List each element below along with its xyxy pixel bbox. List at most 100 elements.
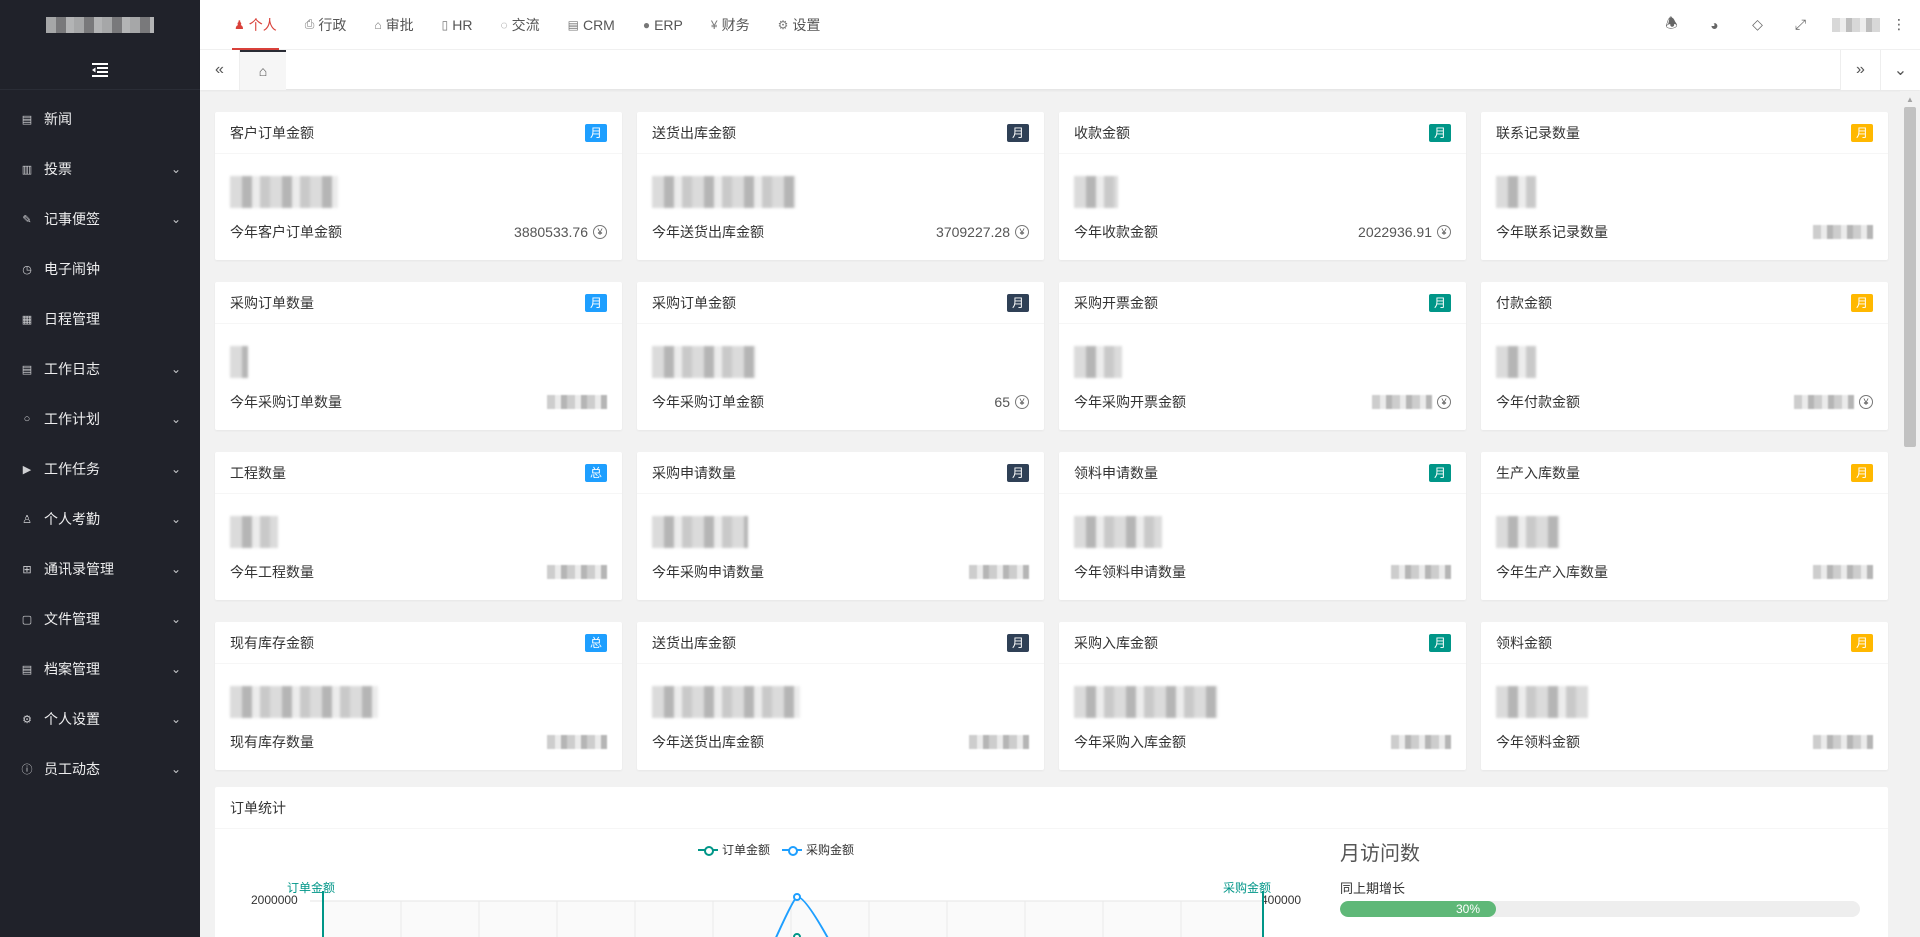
- topnav-tab-yen[interactable]: ¥ 财务: [697, 0, 764, 50]
- blurred-value: [547, 565, 607, 579]
- period-badge: 月: [1006, 123, 1029, 142]
- sidebar-item-user[interactable]: ♙ 个人考勤 ⌄: [0, 494, 200, 544]
- sidebar-item-label: 电子闹钟: [44, 261, 100, 277]
- sidebar-item-log[interactable]: ▤ 工作日志 ⌄: [0, 344, 200, 394]
- topnav-tab-chat[interactable]: ◌ 交流: [486, 0, 553, 50]
- period-badge: 总: [584, 633, 607, 652]
- stat-card-main-value: [1074, 514, 1162, 550]
- sidebar-item-clock[interactable]: ◷ 电子闹钟: [0, 244, 200, 294]
- blurred-value: [1496, 346, 1536, 378]
- stat-card-main-value: [1496, 344, 1536, 380]
- hr-icon: ▯: [441, 17, 449, 32]
- blurred-value: [1496, 176, 1536, 208]
- sidebar-item-newspaper[interactable]: ▤ 新闻: [0, 94, 200, 144]
- stat-card-title: 采购开票金额: [1074, 294, 1158, 311]
- chevron-down-icon: ⌄: [170, 512, 182, 526]
- stat-card-title: 生产入库数量: [1496, 464, 1580, 481]
- topnav-tab-label: HR: [452, 16, 473, 33]
- scroll-up-arrow-icon[interactable]: ▲: [1900, 91, 1920, 108]
- stat-card-year-value: ¥: [1794, 395, 1873, 409]
- stat-card-header: 送货出库金额 月: [637, 622, 1044, 664]
- stat-card: 送货出库金额 月今年送货出库金额 3709227.28 ¥: [637, 112, 1044, 260]
- stat-value-text: 2022936.91: [1358, 224, 1432, 240]
- blurred-value: [230, 346, 248, 378]
- fullscreen-icon[interactable]: ⤢: [1779, 16, 1822, 33]
- user-name[interactable]: [1832, 17, 1880, 32]
- period-badge: 月: [584, 293, 607, 312]
- sidebar-item-gear[interactable]: ⚙ 个人设置 ⌄: [0, 694, 200, 744]
- sidebar-item-note[interactable]: ✎ 记事便签 ⌄: [0, 194, 200, 244]
- stat-card-title: 采购订单金额: [652, 294, 736, 311]
- bell-icon[interactable]: 🕭: [1650, 13, 1693, 37]
- topnav-tab-approval[interactable]: ⌂ 审批: [360, 0, 427, 50]
- monthly-visits: 月访问数 同上期增长 30%: [1340, 837, 1860, 917]
- tab-home[interactable]: ⌂: [240, 50, 286, 90]
- sidebar-item-label: 新闻: [44, 111, 72, 127]
- stat-card-footer-label: 今年联系记录数量: [1496, 224, 1608, 240]
- top-header: ♟ 个人 ⎙ 行政 ⌂ 审批 ▯ HR ◌ 交流 ▤ CRM ● ERP ¥ 财务 ⚙ 设置 🕭 ◕ ◇ ⤢ ⋮: [200, 0, 1920, 50]
- sidebar-item-label: 日程管理: [44, 311, 100, 327]
- topnav-tab-label: 审批: [385, 16, 414, 33]
- topnav-tab-gear[interactable]: ⚙ 设置: [764, 0, 835, 50]
- sidebar-item-file[interactable]: ▢ 文件管理 ⌄: [0, 594, 200, 644]
- stat-card-header: 付款金额 月: [1481, 282, 1888, 324]
- stat-card-footer: 今年送货出库金额: [652, 732, 1029, 752]
- yen-icon: ¥: [1859, 395, 1873, 409]
- stat-card-footer: 今年采购申请数量: [652, 562, 1029, 582]
- sidebar-item-calendar[interactable]: ▦ 日程管理: [0, 294, 200, 344]
- topnav-tab-hr[interactable]: ▯ HR: [428, 0, 487, 50]
- stat-card-title: 工程数量: [230, 464, 286, 481]
- sidebar-item-task[interactable]: ▶ 工作任务 ⌄: [0, 444, 200, 494]
- more-options-icon[interactable]: ⋮: [1892, 16, 1906, 33]
- topnav-tab-label: 行政: [318, 16, 347, 33]
- sidebar-item-contacts[interactable]: ⊞ 通讯录管理 ⌄: [0, 544, 200, 594]
- topnav-tab-person[interactable]: ♟ 个人: [220, 0, 291, 50]
- period-badge: 月: [1006, 463, 1029, 482]
- stat-card-main-value: [1496, 684, 1588, 720]
- page-scrollbar[interactable]: ▲: [1900, 91, 1920, 937]
- info-icon: ⓘ: [21, 764, 33, 776]
- topnav-tab-printer[interactable]: ⎙ 行政: [291, 0, 361, 50]
- stat-card-header: 采购订单金额 月: [637, 282, 1044, 324]
- sidebar-item-info[interactable]: ⓘ 员工动态 ⌄: [0, 744, 200, 794]
- stat-card: 采购申请数量 月今年采购申请数量: [637, 452, 1044, 600]
- stat-card-title: 送货出库金额: [652, 124, 736, 141]
- sidebar-item-archive[interactable]: ▤ 档案管理 ⌄: [0, 644, 200, 694]
- tab-scroll-left-button[interactable]: «: [200, 50, 240, 90]
- visits-progress-bar: 30%: [1340, 901, 1860, 917]
- blurred-value: [1794, 395, 1854, 409]
- sidebar-item-label: 档案管理: [44, 661, 100, 677]
- order-chart: 订单金额 采购金额 订单金额 采购金额 2000000 400000: [215, 829, 1301, 937]
- tab-scroll-right-button[interactable]: »: [1840, 50, 1880, 90]
- stat-card-main-value: [652, 344, 756, 380]
- stat-card-footer-label: 今年采购入库金额: [1074, 734, 1186, 750]
- stat-card-main-value: [1074, 684, 1218, 720]
- logo[interactable]: [0, 0, 200, 50]
- stat-card: 领料金额 月今年领料金额: [1481, 622, 1888, 770]
- topnav-tab-erp[interactable]: ● ERP: [629, 0, 697, 50]
- tab-bar: « ⌂ » ⌄: [200, 50, 1920, 90]
- stat-card-footer-label: 今年客户订单金额: [230, 224, 342, 240]
- approval-icon: ⌂: [374, 17, 382, 32]
- contacts-icon: ⊞: [22, 563, 32, 576]
- theme-icon[interactable]: ◕: [1693, 17, 1736, 33]
- sidebar-collapse-button[interactable]: [0, 50, 200, 90]
- tag-icon[interactable]: ◇: [1736, 16, 1779, 33]
- sidebar-item-plan[interactable]: ○ 工作计划 ⌄: [0, 394, 200, 444]
- blurred-value: [547, 735, 607, 749]
- stat-card-main-value: [652, 684, 800, 720]
- period-badge: 月: [1428, 123, 1451, 142]
- stat-card-header: 联系记录数量 月: [1481, 112, 1888, 154]
- sidebar-item-vote[interactable]: ▥ 投票 ⌄: [0, 144, 200, 194]
- sidebar-item-label: 文件管理: [44, 611, 100, 627]
- tab-options-button[interactable]: ⌄: [1880, 50, 1920, 90]
- stat-card-main-value: [230, 684, 378, 720]
- scroll-thumb[interactable]: [1904, 107, 1916, 447]
- stat-card: 采购订单金额 月今年采购订单金额 65 ¥: [637, 282, 1044, 430]
- topnav-tab-crm[interactable]: ▤ CRM: [554, 0, 629, 50]
- stat-card-year-value: 3709227.28 ¥: [936, 224, 1029, 240]
- stat-card-title: 领料金额: [1496, 634, 1552, 651]
- stat-card-main-value: [1496, 514, 1560, 550]
- sidebar-item-label: 通讯录管理: [44, 561, 114, 577]
- stat-value-text: 3709227.28: [936, 224, 1010, 240]
